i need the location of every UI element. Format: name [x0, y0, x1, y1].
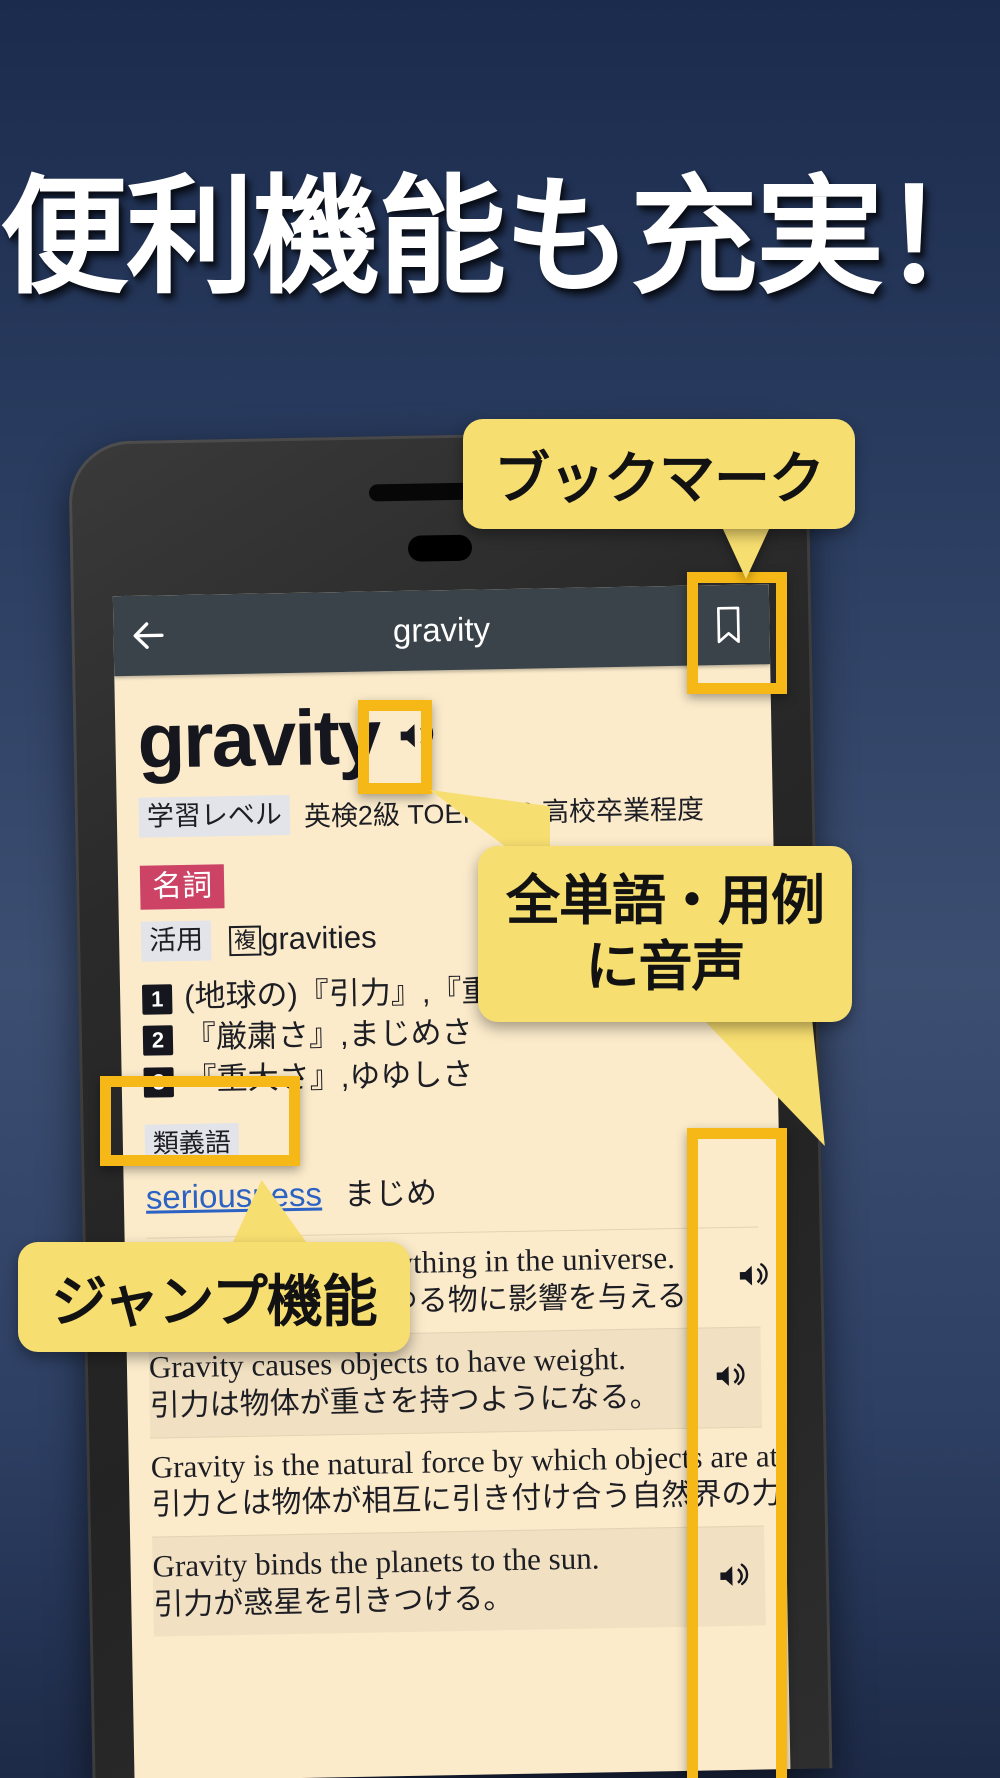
headword-row: gravity — [136, 691, 750, 785]
callout-tail-bookmark — [722, 527, 770, 579]
definition-number: 2 — [142, 1025, 174, 1056]
synonym-gloss: まじめ — [343, 1175, 438, 1213]
definition-text: 『厳粛さ』,まじめさ — [184, 1014, 473, 1056]
highlight-box-synonym-link — [100, 1076, 300, 1166]
example-row: Gravity is the natural force by which ob… — [150, 1426, 790, 1538]
headword: gravity — [136, 692, 381, 785]
callout-bookmark: ブックマーク — [463, 419, 855, 529]
plural-mark: 複 — [228, 925, 262, 957]
callout-audio: 全単語・用例 に音声 — [478, 846, 852, 1022]
highlight-box-headword-speaker — [358, 700, 432, 794]
example-row: Gravity binds the planets to the sun. 引力… — [152, 1525, 766, 1637]
app-bar: gravity — [112, 584, 771, 677]
conjugation-value: gravities — [260, 919, 377, 957]
part-of-speech-badge: 名詞 — [139, 863, 225, 910]
synonym-row: seriousness まじめ — [145, 1162, 758, 1218]
highlight-box-example-speakers — [687, 1128, 787, 1778]
callout-audio-line2: に音声 — [585, 934, 746, 998]
phone-front-camera — [407, 534, 473, 562]
definition-number: 1 — [141, 983, 173, 1015]
callout-audio-line1: 全単語・用例 — [506, 868, 825, 933]
page-headline: 便利機能も充実！ — [0, 162, 1000, 312]
conjugation-label: 活用 — [140, 920, 212, 962]
callout-jump: ジャンプ機能 — [18, 1242, 410, 1352]
conjugation-value-wrap: 複 gravities — [228, 919, 377, 958]
arrow-left-icon[interactable] — [113, 615, 184, 656]
study-level-label: 学習レベル — [138, 795, 291, 838]
synonym-link[interactable]: seriousness — [146, 1175, 323, 1216]
highlight-box-bookmark — [687, 572, 787, 694]
example-text: Gravity binds the planets to the sun. 引力… — [152, 1538, 703, 1625]
app-bar-title: gravity — [392, 610, 491, 650]
